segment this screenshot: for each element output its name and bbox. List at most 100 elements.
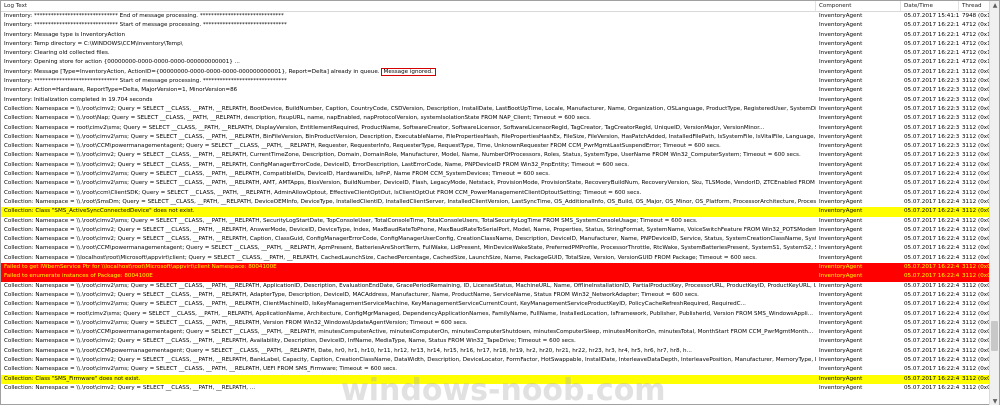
log-component: InventoryAgent	[819, 13, 863, 19]
log-row[interactable]: Collection: Namespace = \\.\root\cimv2; …	[1, 151, 991, 161]
scroll-up-icon[interactable]: ▲	[991, 1, 999, 10]
log-thread: 3112 (0x0C28)	[962, 180, 991, 187]
log-text-value: Inventory: Message [Type=InventoryAction…	[4, 68, 380, 75]
log-row[interactable]: Collection: Namespace = \\.\root\cimv2; …	[1, 290, 991, 301]
log-row[interactable]: Collection: Namespace = \\localhost\root…	[1, 253, 991, 264]
log-row[interactable]: Collection: Namespace = \\.\root\cimv2; …	[1, 355, 991, 366]
log-row[interactable]: Collection: Namespace = \\.\root\cimv2\s…	[1, 216, 991, 226]
log-row[interactable]: Collection: Namespace = root\cimv2\sms; …	[1, 123, 991, 133]
log-text: Collection: Namespace = \\.\root\cimv2; …	[1, 235, 816, 244]
log-text: Inventory: Initialization completed in 1…	[1, 96, 816, 105]
log-row[interactable]: Collection: Namespace = \\.\root\cimv2\s…	[1, 179, 991, 189]
log-row[interactable]: Collection: Namespace = \\.\root\Nap; Qu…	[1, 114, 991, 124]
log-row[interactable]: Collection: Namespace = \\.\root\CCM\pow…	[1, 244, 991, 254]
log-row-warning[interactable]: Collection: Class "SMS_ActiveSyncConnect…	[1, 207, 991, 217]
log-datetime: 05.07.2017 16:22:45	[904, 384, 959, 391]
log-thread: 3112 (0x0C28)	[962, 217, 991, 224]
vertical-scrollbar[interactable]: ▲ ▼	[989, 1, 999, 405]
log-text-value: Failed to get IWbemService Ptr for \\loc…	[4, 264, 277, 271]
log-text-value: Collection: Namespace = \\.\root\SmsDm; …	[4, 198, 816, 205]
log-thread: 7948 (0x1F0C)	[962, 13, 991, 19]
log-text: Collection: Namespace = \\.\root\cimv2; …	[1, 291, 816, 300]
log-text: Inventory: *****************************…	[1, 77, 816, 86]
log-row[interactable]: Inventory: *****************************…	[1, 12, 991, 22]
log-row[interactable]: Inventory: *****************************…	[1, 77, 991, 87]
log-row[interactable]: Inventory: Initialization completed in 1…	[1, 95, 991, 105]
log-thread: 3112 (0x0C28)	[962, 245, 991, 252]
log-datetime: 05.07.2017 16:22:39	[904, 152, 959, 159]
log-row[interactable]: Collection: Namespace = \\.\root\cimv2\s…	[1, 365, 991, 375]
log-row-error[interactable]: Failed to enumerate instances of Package…	[1, 272, 991, 282]
log-row[interactable]: Collection: Namespace = \\.\root\cimv2\s…	[1, 170, 991, 180]
log-datetime: 05.07.2017 15:41:14	[904, 13, 959, 19]
log-text-value: Inventory: Action=Hardware, ReportType=D…	[4, 87, 238, 94]
log-component: InventoryAgent	[819, 282, 863, 289]
log-text: Inventory: *****************************…	[1, 12, 816, 21]
log-row[interactable]: Collection: Namespace = \\.\root\ccm\Cli…	[1, 188, 991, 198]
log-row[interactable]: Inventory: Message [Type=InventoryAction…	[1, 67, 991, 78]
log-thread: 4712 (0x1268)	[962, 31, 991, 38]
log-thread: 3112 (0x0C28)	[962, 347, 991, 354]
log-row[interactable]: Collection: Namespace = root\cimv2\sms; …	[1, 309, 991, 319]
log-row[interactable]: Collection: Namespace = \\.\root\cimv2\s…	[1, 318, 991, 329]
log-datetime: 05.07.2017 16:22:42	[904, 273, 959, 280]
log-thread: 3112 (0x0C28)	[962, 115, 991, 122]
log-datetime: 05.07.2017 16:22:35	[904, 124, 959, 131]
log-row[interactable]: Collection: Namespace = \\.\root\cimv2; …	[1, 104, 991, 115]
log-datetime: 05.07.2017 16:22:41	[904, 254, 959, 261]
log-text-value: Collection: Namespace = \\.\root\cimv2; …	[4, 338, 576, 345]
scroll-thumb[interactable]	[991, 321, 998, 351]
log-text-value: Collection: Namespace = \\.\root\cimv2\s…	[4, 301, 746, 308]
column-log-text[interactable]: Log Text	[1, 1, 816, 12]
log-datetime: 05.07.2017 16:22:41	[904, 226, 959, 233]
log-datetime: 05.07.2017 16:22:42	[904, 329, 959, 336]
log-row[interactable]: Inventory: Action=Hardware, ReportType=D…	[1, 86, 991, 96]
log-component: InventoryAgent	[819, 366, 863, 373]
log-row[interactable]: Collection: Namespace = \\.\root\cimv2; …	[1, 235, 991, 245]
log-row[interactable]: Inventory: Temp directory = C:\WINDOWS\C…	[1, 39, 991, 50]
log-row[interactable]: Collection: Namespace = \\.\root\SmsDm; …	[1, 197, 991, 208]
log-row[interactable]: Collection: Namespace = \\.\root\cimv2\s…	[1, 300, 991, 310]
log-component: InventoryAgent	[819, 161, 863, 168]
log-component: InventoryAgent	[819, 59, 863, 66]
highlighted-message: Message ignored.	[380, 67, 436, 76]
log-row[interactable]: Collection: Namespace = \\.\root\cimv2; …	[1, 225, 991, 236]
log-thread: 3112 (0x0C28)	[962, 329, 991, 336]
log-datetime: 05.07.2017 16:22:42	[904, 310, 959, 317]
log-component: InventoryAgent	[819, 319, 863, 326]
log-row[interactable]: Inventory: Message type is InventoryActi…	[1, 30, 991, 40]
log-text-value: Collection: Namespace = root\cimv2\sms; …	[4, 310, 814, 317]
log-datetime: 05.07.2017 16:22:41	[904, 245, 959, 252]
log-row[interactable]: Collection: Namespace = \\.\root\cimv2\s…	[1, 281, 991, 291]
column-thread[interactable]: Thread	[959, 1, 991, 12]
log-row[interactable]: Collection: Namespace = \\.\root\cimv2; …	[1, 383, 991, 394]
log-text: Collection: Namespace = \\.\root\cimv2\s…	[1, 170, 816, 179]
log-component: InventoryAgent	[819, 87, 863, 94]
log-row[interactable]: Collection: Namespace = \\.\root\cimv2; …	[1, 337, 991, 347]
log-row-warning[interactable]: Collection: Class "SMS_Firmware" does no…	[1, 374, 991, 384]
log-text-value: Inventory: Message type is InventoryActi…	[4, 31, 126, 38]
log-row[interactable]: Collection: Namespace = \\.\root\cimv2\s…	[1, 132, 991, 143]
column-datetime[interactable]: Date/Time	[901, 1, 959, 12]
log-thread: 3112 (0x0C28)	[962, 87, 991, 94]
log-text: Collection: Namespace = \\localhost\root…	[1, 254, 816, 263]
log-component: InventoryAgent	[819, 273, 863, 280]
log-text-value: Inventory: Initialization completed in 1…	[4, 96, 153, 103]
log-row[interactable]: Inventory: Clearing old collected files.…	[1, 49, 991, 59]
scroll-down-icon[interactable]: ▼	[991, 397, 999, 405]
log-text-value: Collection: Namespace = \\.\root\cimv2; …	[4, 291, 699, 298]
column-component[interactable]: Component	[816, 1, 901, 12]
log-row[interactable]: Collection: Namespace = \\.\root\CCM\pow…	[1, 142, 991, 152]
log-row-error[interactable]: Failed to get IWbemService Ptr for \\loc…	[1, 263, 991, 273]
log-datetime: 05.07.2017 16:22:15	[904, 22, 959, 29]
log-row[interactable]: Collection: Namespace = \\.\root\CCM\pow…	[1, 346, 991, 356]
log-thread: 4712 (0x1268)	[962, 59, 991, 66]
log-row[interactable]: Collection: Namespace = \\.\root\cimv2; …	[1, 160, 991, 171]
log-text-value: Collection: Namespace = \\.\root\cimv2\s…	[4, 366, 398, 373]
log-thread: 3112 (0x0C28)	[962, 384, 991, 391]
log-row[interactable]: Inventory: *****************************…	[1, 21, 991, 31]
log-row[interactable]: Inventory: Opening store for action {000…	[1, 58, 991, 68]
log-datetime: 05.07.2017 16:22:42	[904, 264, 959, 271]
log-row[interactable]: Collection: Namespace = \\.\root\CCM\pow…	[1, 328, 991, 338]
log-component: InventoryAgent	[819, 329, 863, 336]
